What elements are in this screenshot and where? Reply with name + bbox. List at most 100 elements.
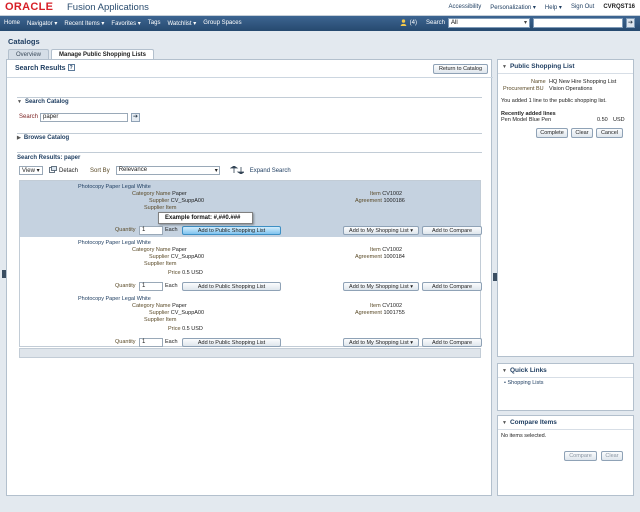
sort-by-select[interactable]: Relevance ▾ xyxy=(115,166,220,175)
compare-clear-button[interactable]: Clear xyxy=(601,451,623,461)
browse-catalog-title: Browse Catalog xyxy=(23,135,70,141)
add-to-compare-button[interactable]: Add to Compare xyxy=(422,282,482,291)
product-name-link[interactable]: Photocopy Paper Legal White xyxy=(78,296,151,302)
add-to-my-list-button[interactable]: Add to My Shopping List ▾ xyxy=(343,226,419,235)
procurement-bu-value: Vision Operations xyxy=(549,86,593,92)
sort-order-icon[interactable] xyxy=(229,165,246,176)
view-menu[interactable]: View ▾ xyxy=(19,166,43,175)
results-table: Photocopy Paper Legal White Category Nam… xyxy=(19,180,482,349)
search-results-header: Search Results? xyxy=(15,64,75,72)
quick-links-header[interactable]: ▼ Quick Links xyxy=(498,364,633,378)
recent-item-price: 0.50 xyxy=(597,117,608,123)
table-footer-scrollbar[interactable] xyxy=(19,348,481,358)
cancel-button[interactable]: Cancel xyxy=(596,128,623,138)
quantity-input[interactable]: 1 xyxy=(139,226,163,235)
add-to-public-list-button[interactable]: Add to Public Shopping List xyxy=(182,226,281,235)
add-to-public-list-button[interactable]: Add to Public Shopping List xyxy=(182,338,281,347)
format-tooltip: Example format: #,##0.### xyxy=(158,212,253,224)
quantity-input[interactable]: 1 xyxy=(139,338,163,347)
notification-icon[interactable] xyxy=(400,18,407,28)
chevron-down-icon: ▾ xyxy=(410,339,413,346)
catalog-search-go-icon[interactable]: ➔ xyxy=(131,113,140,122)
accessibility-link[interactable]: Accessibility xyxy=(449,4,482,11)
product-name-link[interactable]: Photocopy Paper Legal White xyxy=(78,240,151,246)
public-list-title: Public Shopping List xyxy=(509,63,575,70)
detach-button[interactable]: Detach xyxy=(59,168,78,174)
nav-group-spaces[interactable]: Group Spaces xyxy=(203,20,241,27)
compare-items-panel: ▼ Compare Items No items selected. Compa… xyxy=(497,415,634,496)
item-label: Item xyxy=(370,303,381,309)
quantity-label: Quantity xyxy=(115,339,136,345)
brand-bar: ORACLE Fusion Applications Accessibility… xyxy=(0,0,640,16)
help-icon[interactable]: ? xyxy=(67,64,75,71)
nav-favorites[interactable]: Favorites ▾ xyxy=(111,20,140,27)
shopping-lists-label: Shopping Lists xyxy=(507,380,544,386)
supplier-value: CV_SuppA00 xyxy=(170,198,205,204)
table-row[interactable]: Photocopy Paper Legal White Category Nam… xyxy=(20,293,482,349)
product-name-link[interactable]: Photocopy Paper Legal White xyxy=(78,184,151,190)
quantity-label: Quantity xyxy=(115,283,136,289)
nav-watchlist[interactable]: Watchlist ▾ xyxy=(167,20,196,27)
public-shopping-list-panel: ▼ Public Shopping List Name HQ New Hire … xyxy=(497,59,634,357)
supplier-item-label: Supplier Item xyxy=(144,317,177,323)
add-to-my-list-label: Add to My Shopping List xyxy=(349,227,409,234)
agreement-label: Agreement xyxy=(355,254,382,260)
supplier-value: CV_SuppA00 xyxy=(170,254,205,260)
list-name-value: HQ New Hire Shopping List xyxy=(549,79,617,85)
supplier-item-label: Supplier Item xyxy=(144,205,177,211)
sort-by-label: Sort By xyxy=(90,167,110,174)
catalog-search-input[interactable]: paper xyxy=(40,113,128,122)
table-row[interactable]: Photocopy Paper Legal White Category Nam… xyxy=(20,237,482,293)
clear-button[interactable]: Clear xyxy=(571,128,593,138)
quick-links-title: Quick Links xyxy=(509,367,547,374)
quantity-input[interactable]: 1 xyxy=(139,282,163,291)
shopping-lists-link[interactable]: • Shopping Lists xyxy=(504,380,544,386)
nav-home[interactable]: Home xyxy=(4,20,20,27)
agreement-value: 1001755 xyxy=(383,310,405,316)
nav-navigator[interactable]: Navigator ▾ xyxy=(27,20,57,27)
category-value: Paper xyxy=(172,191,187,197)
product-name: Fusion Applications xyxy=(67,2,149,13)
complete-button[interactable]: Complete xyxy=(536,128,568,138)
compare-empty-text: No items selected. xyxy=(501,433,547,439)
chevron-down-icon: ▾ xyxy=(214,168,218,174)
table-row[interactable]: Photocopy Paper Legal White Category Nam… xyxy=(20,181,482,237)
item-label: Item xyxy=(370,191,381,197)
user-name: CVRQST16 xyxy=(603,4,635,10)
add-to-compare-button[interactable]: Add to Compare xyxy=(422,338,482,347)
global-search-area: (4) Search All ➔ xyxy=(400,18,635,28)
search-go-icon[interactable]: ➔ xyxy=(626,18,635,28)
results-title: Search Results: paper xyxy=(17,155,81,161)
detach-icon[interactable] xyxy=(49,166,57,175)
compare-button[interactable]: Compare xyxy=(564,451,597,461)
add-to-public-list-button[interactable]: Add to Public Shopping List xyxy=(182,282,281,291)
price-value: 0.5 USD xyxy=(182,270,203,276)
help-menu[interactable]: Help ▾ xyxy=(545,4,562,11)
add-to-my-list-button[interactable]: Add to My Shopping List ▾ xyxy=(343,282,419,291)
search-catalog-header[interactable]: ▼ Search Catalog xyxy=(17,98,482,105)
search-scope-select[interactable]: All xyxy=(448,18,530,28)
nav-recent-items[interactable]: Recent Items ▾ xyxy=(64,20,104,27)
expand-search-link[interactable]: Expand Search xyxy=(250,168,291,174)
personalization-menu[interactable]: Personalization ▾ xyxy=(490,4,536,11)
return-to-catalog-button[interactable]: Return to Catalog xyxy=(433,64,488,74)
supplier-label: Supplier xyxy=(149,198,170,204)
public-list-header[interactable]: ▼ Public Shopping List xyxy=(498,60,633,74)
expanded-icon: ▼ xyxy=(502,419,507,426)
nav-tags[interactable]: Tags xyxy=(148,20,161,27)
price-value: 0.5 USD xyxy=(182,326,203,332)
agreement-value: 1000184 xyxy=(383,254,405,260)
sign-out-link[interactable]: Sign Out xyxy=(571,4,594,11)
page-title: Catalogs xyxy=(8,37,40,46)
global-search-input[interactable] xyxy=(533,18,623,28)
add-to-my-list-label: Add to My Shopping List xyxy=(349,339,409,346)
add-to-compare-button[interactable]: Add to Compare xyxy=(422,226,482,235)
supplier-item-label: Supplier Item xyxy=(144,261,177,267)
search-results-title: Search Results xyxy=(15,65,66,72)
add-to-my-list-button[interactable]: Add to My Shopping List ▾ xyxy=(343,338,419,347)
browse-catalog-header[interactable]: ▶ Browse Catalog xyxy=(17,134,482,141)
compare-items-header[interactable]: ▼ Compare Items xyxy=(498,416,633,430)
notification-count[interactable]: (4) xyxy=(410,20,417,26)
procurement-bu-label: Procurement BU xyxy=(503,86,544,92)
compare-items-title: Compare Items xyxy=(509,419,557,426)
